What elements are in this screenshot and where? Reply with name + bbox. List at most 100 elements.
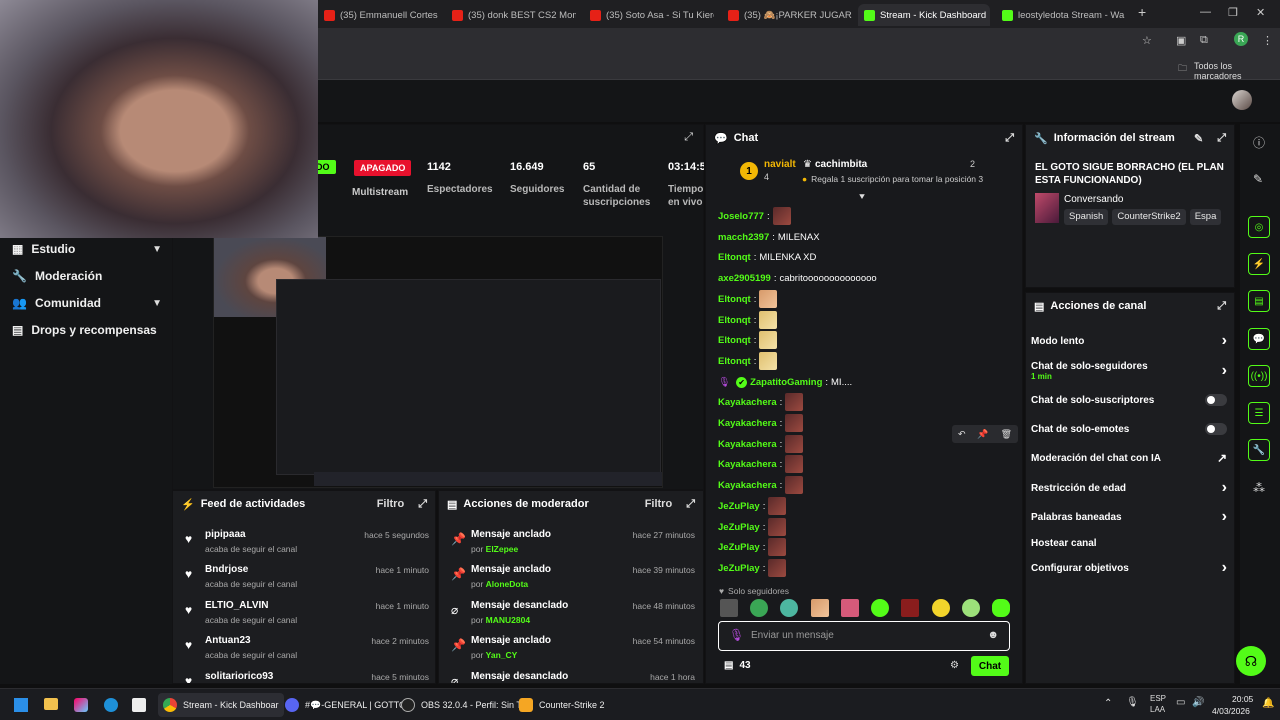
- sidebar-item-moderacion[interactable]: 🔧 Moderación: [12, 269, 162, 283]
- chat-emote[interactable]: [759, 290, 778, 308]
- chat-username[interactable]: JeZuPlay: [718, 501, 760, 512]
- mod-user[interactable]: AloneDota: [486, 579, 529, 589]
- taskbar-app[interactable]: OBS 32.0.4 - Perfil: Sin T: [396, 693, 527, 717]
- all-bookmarks-label[interactable]: Todos los marcadores: [1194, 61, 1280, 81]
- filter-button[interactable]: Filtro: [645, 498, 673, 511]
- expand-icon[interactable]: ⤢: [1217, 132, 1226, 145]
- feed-name[interactable]: ELTIO_ALVIN: [205, 600, 269, 611]
- chat-username[interactable]: Eltonqt: [718, 294, 751, 305]
- clock-time[interactable]: 20:05: [1232, 694, 1253, 704]
- chat-username[interactable]: JeZuPlay: [718, 542, 760, 553]
- apps-icon[interactable]: ⁂: [1253, 481, 1265, 495]
- support-button[interactable]: ☊: [1236, 646, 1266, 676]
- browser-tab[interactable]: (35) Emmanuell Cortess -✕: [318, 4, 438, 26]
- cast-icon[interactable]: ▣: [1176, 34, 1186, 47]
- emoji-icon[interactable]: ☻: [987, 629, 999, 641]
- channel-action-item[interactable]: Hostear canal: [1031, 536, 1227, 550]
- chat-username[interactable]: ZapatitoGaming: [750, 377, 822, 388]
- chat-username[interactable]: JeZuPlay: [718, 522, 760, 533]
- minimize-icon[interactable]: —: [1200, 6, 1211, 18]
- chat-username[interactable]: Joselo777: [718, 211, 764, 222]
- expand-icon[interactable]: ⤢: [684, 131, 693, 144]
- chat-username[interactable]: Kayakachera: [718, 459, 777, 470]
- chat-emote[interactable]: [785, 435, 804, 453]
- sidebar-item-estudio[interactable]: ▦ Estudio ▼: [12, 242, 162, 256]
- chat-username[interactable]: macch2397: [718, 232, 769, 243]
- emote-button[interactable]: [991, 599, 1010, 617]
- feed-name[interactable]: Antuan23: [205, 635, 251, 646]
- emote-button[interactable]: [780, 599, 799, 617]
- send-chat-button[interactable]: Chat: [971, 656, 1009, 676]
- reply-icon[interactable]: ↶: [958, 429, 966, 440]
- star-icon[interactable]: ☆: [1142, 34, 1152, 47]
- rail-button[interactable]: 🔧: [1248, 439, 1270, 461]
- chat-username[interactable]: Kayakachera: [718, 397, 777, 408]
- expand-icon[interactable]: ⤢: [1217, 300, 1226, 313]
- chat-emote[interactable]: [768, 497, 787, 515]
- chat-username[interactable]: Kayakachera: [718, 480, 777, 491]
- mod-user[interactable]: Yan_CY: [486, 650, 518, 660]
- chat-username[interactable]: JeZuPlay: [718, 563, 760, 574]
- channel-action-item[interactable]: Moderación del chat con IA ↗: [1031, 451, 1227, 465]
- emote-button[interactable]: [871, 599, 890, 617]
- browser-tab-active[interactable]: Stream - Kick Dashboard✕: [858, 4, 990, 26]
- menu-icon[interactable]: ⋮: [1262, 34, 1273, 47]
- mic-icon[interactable]: 🎙: [729, 628, 744, 642]
- taskbar-app[interactable]: Stream - Kick Dashboar: [158, 693, 284, 717]
- language-label[interactable]: ESP: [1150, 694, 1166, 703]
- chevron-up-icon[interactable]: ⌃: [1104, 698, 1112, 709]
- chat-emote[interactable]: [759, 331, 778, 349]
- mod-user[interactable]: MANU2804: [486, 615, 530, 625]
- expand-icon[interactable]: ⤢: [1005, 132, 1014, 145]
- chat-emote[interactable]: [768, 559, 787, 577]
- chat-emote[interactable]: [768, 518, 787, 536]
- chat-emote[interactable]: [785, 393, 804, 411]
- settings-icon[interactable]: ⚙: [950, 660, 959, 671]
- emote-button[interactable]: [961, 599, 980, 617]
- browser-tab[interactable]: (35) 🙈¡PARKER JUGARA✕: [722, 4, 852, 26]
- new-tab-icon[interactable]: +: [1138, 4, 1146, 20]
- feed-name[interactable]: solitariorico93: [205, 671, 273, 682]
- rail-button[interactable]: ▤: [1248, 290, 1270, 312]
- channel-action-item[interactable]: Modo lento ›: [1031, 332, 1227, 349]
- tag[interactable]: CounterStrike2: [1112, 209, 1186, 225]
- expand-icon[interactable]: ⤢: [686, 498, 695, 511]
- expand-icon[interactable]: ⤢: [418, 498, 427, 511]
- edge-icon[interactable]: [104, 698, 118, 712]
- leader-user-1[interactable]: navialt: [764, 159, 796, 170]
- info-icon[interactable]: ⓘ: [1253, 134, 1265, 151]
- emote-button[interactable]: [901, 599, 920, 617]
- maximize-icon[interactable]: ❐: [1228, 6, 1238, 19]
- rail-button[interactable]: ⚡: [1248, 253, 1270, 275]
- emote-button[interactable]: [810, 599, 829, 617]
- pin-icon[interactable]: 📌: [977, 429, 988, 440]
- pencil-icon[interactable]: ✎: [1253, 172, 1263, 186]
- toggle-switch[interactable]: [1205, 394, 1227, 406]
- user-avatar[interactable]: [1232, 90, 1252, 110]
- tag[interactable]: Espa: [1189, 209, 1222, 225]
- mod-user[interactable]: ElZepee: [486, 544, 519, 554]
- channel-action-item[interactable]: Chat de solo-seguidores 1 min ›: [1031, 359, 1227, 383]
- chat-emote[interactable]: [785, 455, 804, 473]
- emote-button[interactable]: [750, 599, 769, 617]
- profile-avatar[interactable]: R: [1234, 32, 1248, 46]
- browser-tab[interactable]: (35) Soto Asa - Si Tu Kiere✕: [584, 4, 714, 26]
- category-label[interactable]: Conversando: [1064, 194, 1123, 205]
- close-window-icon[interactable]: ✕: [1256, 6, 1265, 19]
- chat-emote[interactable]: [759, 352, 778, 370]
- network-icon[interactable]: ▭: [1176, 697, 1185, 708]
- channel-action-item[interactable]: Chat de solo-emotes: [1031, 422, 1227, 436]
- feed-name[interactable]: pipipaaa: [205, 529, 246, 540]
- multistream-label[interactable]: Multistream: [352, 186, 408, 199]
- channel-action-item[interactable]: Restricción de edad ›: [1031, 479, 1227, 496]
- browser-tab[interactable]: (35) donk BEST CS2 Mom✕: [446, 4, 576, 26]
- chat-username[interactable]: Kayakachera: [718, 439, 777, 450]
- mic-icon[interactable]: 🎙: [1126, 697, 1139, 708]
- rail-button[interactable]: ☰: [1248, 402, 1270, 424]
- feed-name[interactable]: Bndrjose: [205, 564, 248, 575]
- taskbar-app[interactable]: Counter-Strike 2: [514, 693, 610, 717]
- emote-button[interactable]: [720, 599, 738, 617]
- copilot-icon[interactable]: [74, 698, 88, 712]
- collapse-icon[interactable]: ⯆: [858, 192, 866, 203]
- sidebar-item-drops[interactable]: ▤ Drops y recompensas: [12, 323, 162, 337]
